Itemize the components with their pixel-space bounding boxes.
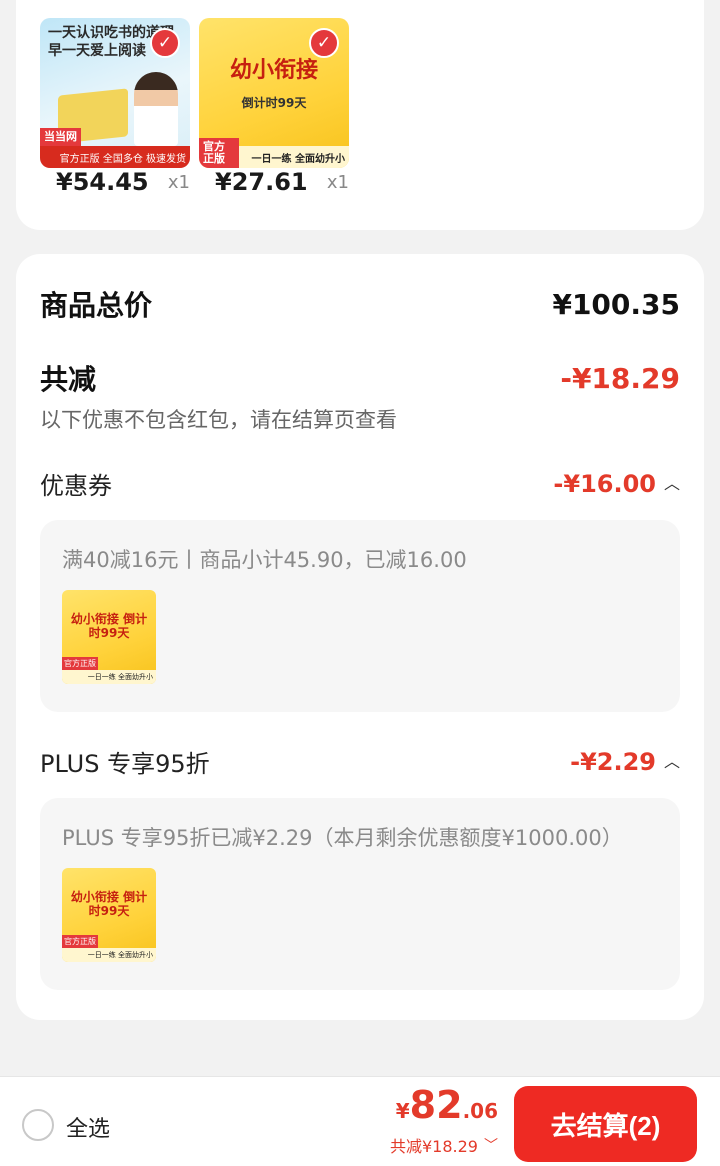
product-item[interactable]: 一天认识吃书的道理 早一天爱上阅读 官方正版 全国多仓 极速发货 当当网 ✓ ¥… xyxy=(40,18,190,196)
product-image-subtitle: 倒计时99天 xyxy=(241,96,307,110)
author-photo xyxy=(134,72,178,146)
total-price-row: 商品总价 ¥100.35 xyxy=(40,284,680,324)
product-badge: 当当网 xyxy=(40,128,81,146)
plus-detail-box: PLUS 专享95折已减¥2.29（本月剩余优惠额度¥1000.00） 幼小衔接… xyxy=(40,798,680,990)
coupon-product-thumbnail[interactable]: 幼小衔接 倒计时99天 一日一练 全面幼升小 官方正版 xyxy=(62,590,156,684)
total-reduction-value: -¥18.29 xyxy=(560,361,680,395)
checkout-bar: 全选 ¥82.06 共减¥18.29 ﹀ 去结算(2) xyxy=(0,1076,720,1166)
chevron-up-icon[interactable]: ︿ xyxy=(664,748,680,772)
product-price: ¥27.61 xyxy=(215,168,308,196)
thumbnail-title: 幼小衔接 倒计时99天 xyxy=(70,890,148,918)
discount-note: 以下优惠不包含红包，请在结算页查看 xyxy=(40,408,397,432)
check-icon[interactable]: ✓ xyxy=(309,28,339,58)
coupon-row[interactable]: 优惠券 -¥16.00 ︿ xyxy=(40,466,680,501)
plus-discount-row[interactable]: PLUS 专享95折 -¥2.29 ︿ xyxy=(40,744,680,779)
coupon-value[interactable]: -¥16.00 ︿ xyxy=(553,470,680,498)
product-image[interactable]: 一天认识吃书的道理 早一天爱上阅读 官方正版 全国多仓 极速发货 当当网 ✓ xyxy=(40,18,190,168)
product-badge: 官方正版 xyxy=(199,138,239,168)
thumbnail-strip: 一日一练 全面幼升小 xyxy=(62,670,156,684)
product-image[interactable]: 幼小衔接 倒计时99天 一日一练 全面幼升小 官方正版 ✓ xyxy=(199,18,349,168)
chevron-down-icon[interactable]: ﹀ xyxy=(484,1135,498,1155)
total-price-value: ¥100.35 xyxy=(552,287,680,321)
select-all-radio[interactable] xyxy=(22,1109,54,1141)
plus-discount-value[interactable]: -¥2.29 ︿ xyxy=(570,748,680,776)
product-quantity: x1 xyxy=(167,172,190,193)
thumbnail-strip: 一日一练 全面幼升小 xyxy=(62,948,156,962)
plus-product-thumbnail[interactable]: 幼小衔接 倒计时99天 一日一练 全面幼升小 官方正版 xyxy=(62,868,156,962)
total-reduction-label: 共减 xyxy=(40,363,97,396)
price-symbol: ¥ xyxy=(395,1099,410,1123)
savings-summary[interactable]: 共减¥18.29 ﹀ xyxy=(390,1133,498,1157)
thumbnail-badge: 官方正版 xyxy=(62,657,98,670)
total-price-label: 商品总价 xyxy=(40,289,153,322)
product-image-strip: 官方正版 全国多仓 极速发货 xyxy=(40,146,190,168)
chevron-up-icon[interactable]: ︿ xyxy=(664,470,680,494)
product-image-title: 幼小衔接 xyxy=(229,58,318,83)
product-item[interactable]: 幼小衔接 倒计时99天 一日一练 全面幼升小 官方正版 ✓ ¥27.61 x1 xyxy=(199,18,349,196)
final-price: ¥82.06 xyxy=(396,1083,498,1127)
selected-products-card: 一天认识吃书的道理 早一天爱上阅读 官方正版 全国多仓 极速发货 当当网 ✓ ¥… xyxy=(16,0,704,230)
coupon-amount: -¥16.00 xyxy=(553,469,656,498)
checkout-button[interactable]: 去结算(2) xyxy=(514,1086,697,1162)
savings-text: 共减¥18.29 xyxy=(390,1137,478,1156)
product-quantity: x1 xyxy=(326,172,349,193)
coupon-detail-box: 满40减16元丨商品小计45.90，已减16.00 幼小衔接 倒计时99天 一日… xyxy=(40,520,680,712)
plus-discount-label: PLUS 专享95折 xyxy=(40,750,210,778)
coupon-label: 优惠券 xyxy=(40,472,112,500)
check-icon[interactable]: ✓ xyxy=(150,28,180,58)
plus-detail-text: PLUS 专享95折已减¥2.29（本月剩余优惠额度¥1000.00） xyxy=(62,826,623,850)
select-all-label[interactable]: 全选 xyxy=(66,1111,110,1143)
product-price: ¥54.45 xyxy=(56,168,149,196)
plus-discount-amount: -¥2.29 xyxy=(570,747,656,776)
price-decimal: .06 xyxy=(462,1099,498,1123)
total-reduction-row: 共减 -¥18.29 xyxy=(40,358,680,398)
thumbnail-badge: 官方正版 xyxy=(62,935,98,948)
price-integer: 82 xyxy=(409,1083,463,1127)
coupon-detail-text: 满40减16元丨商品小计45.90，已减16.00 xyxy=(62,548,467,572)
thumbnail-title: 幼小衔接 倒计时99天 xyxy=(70,612,148,640)
